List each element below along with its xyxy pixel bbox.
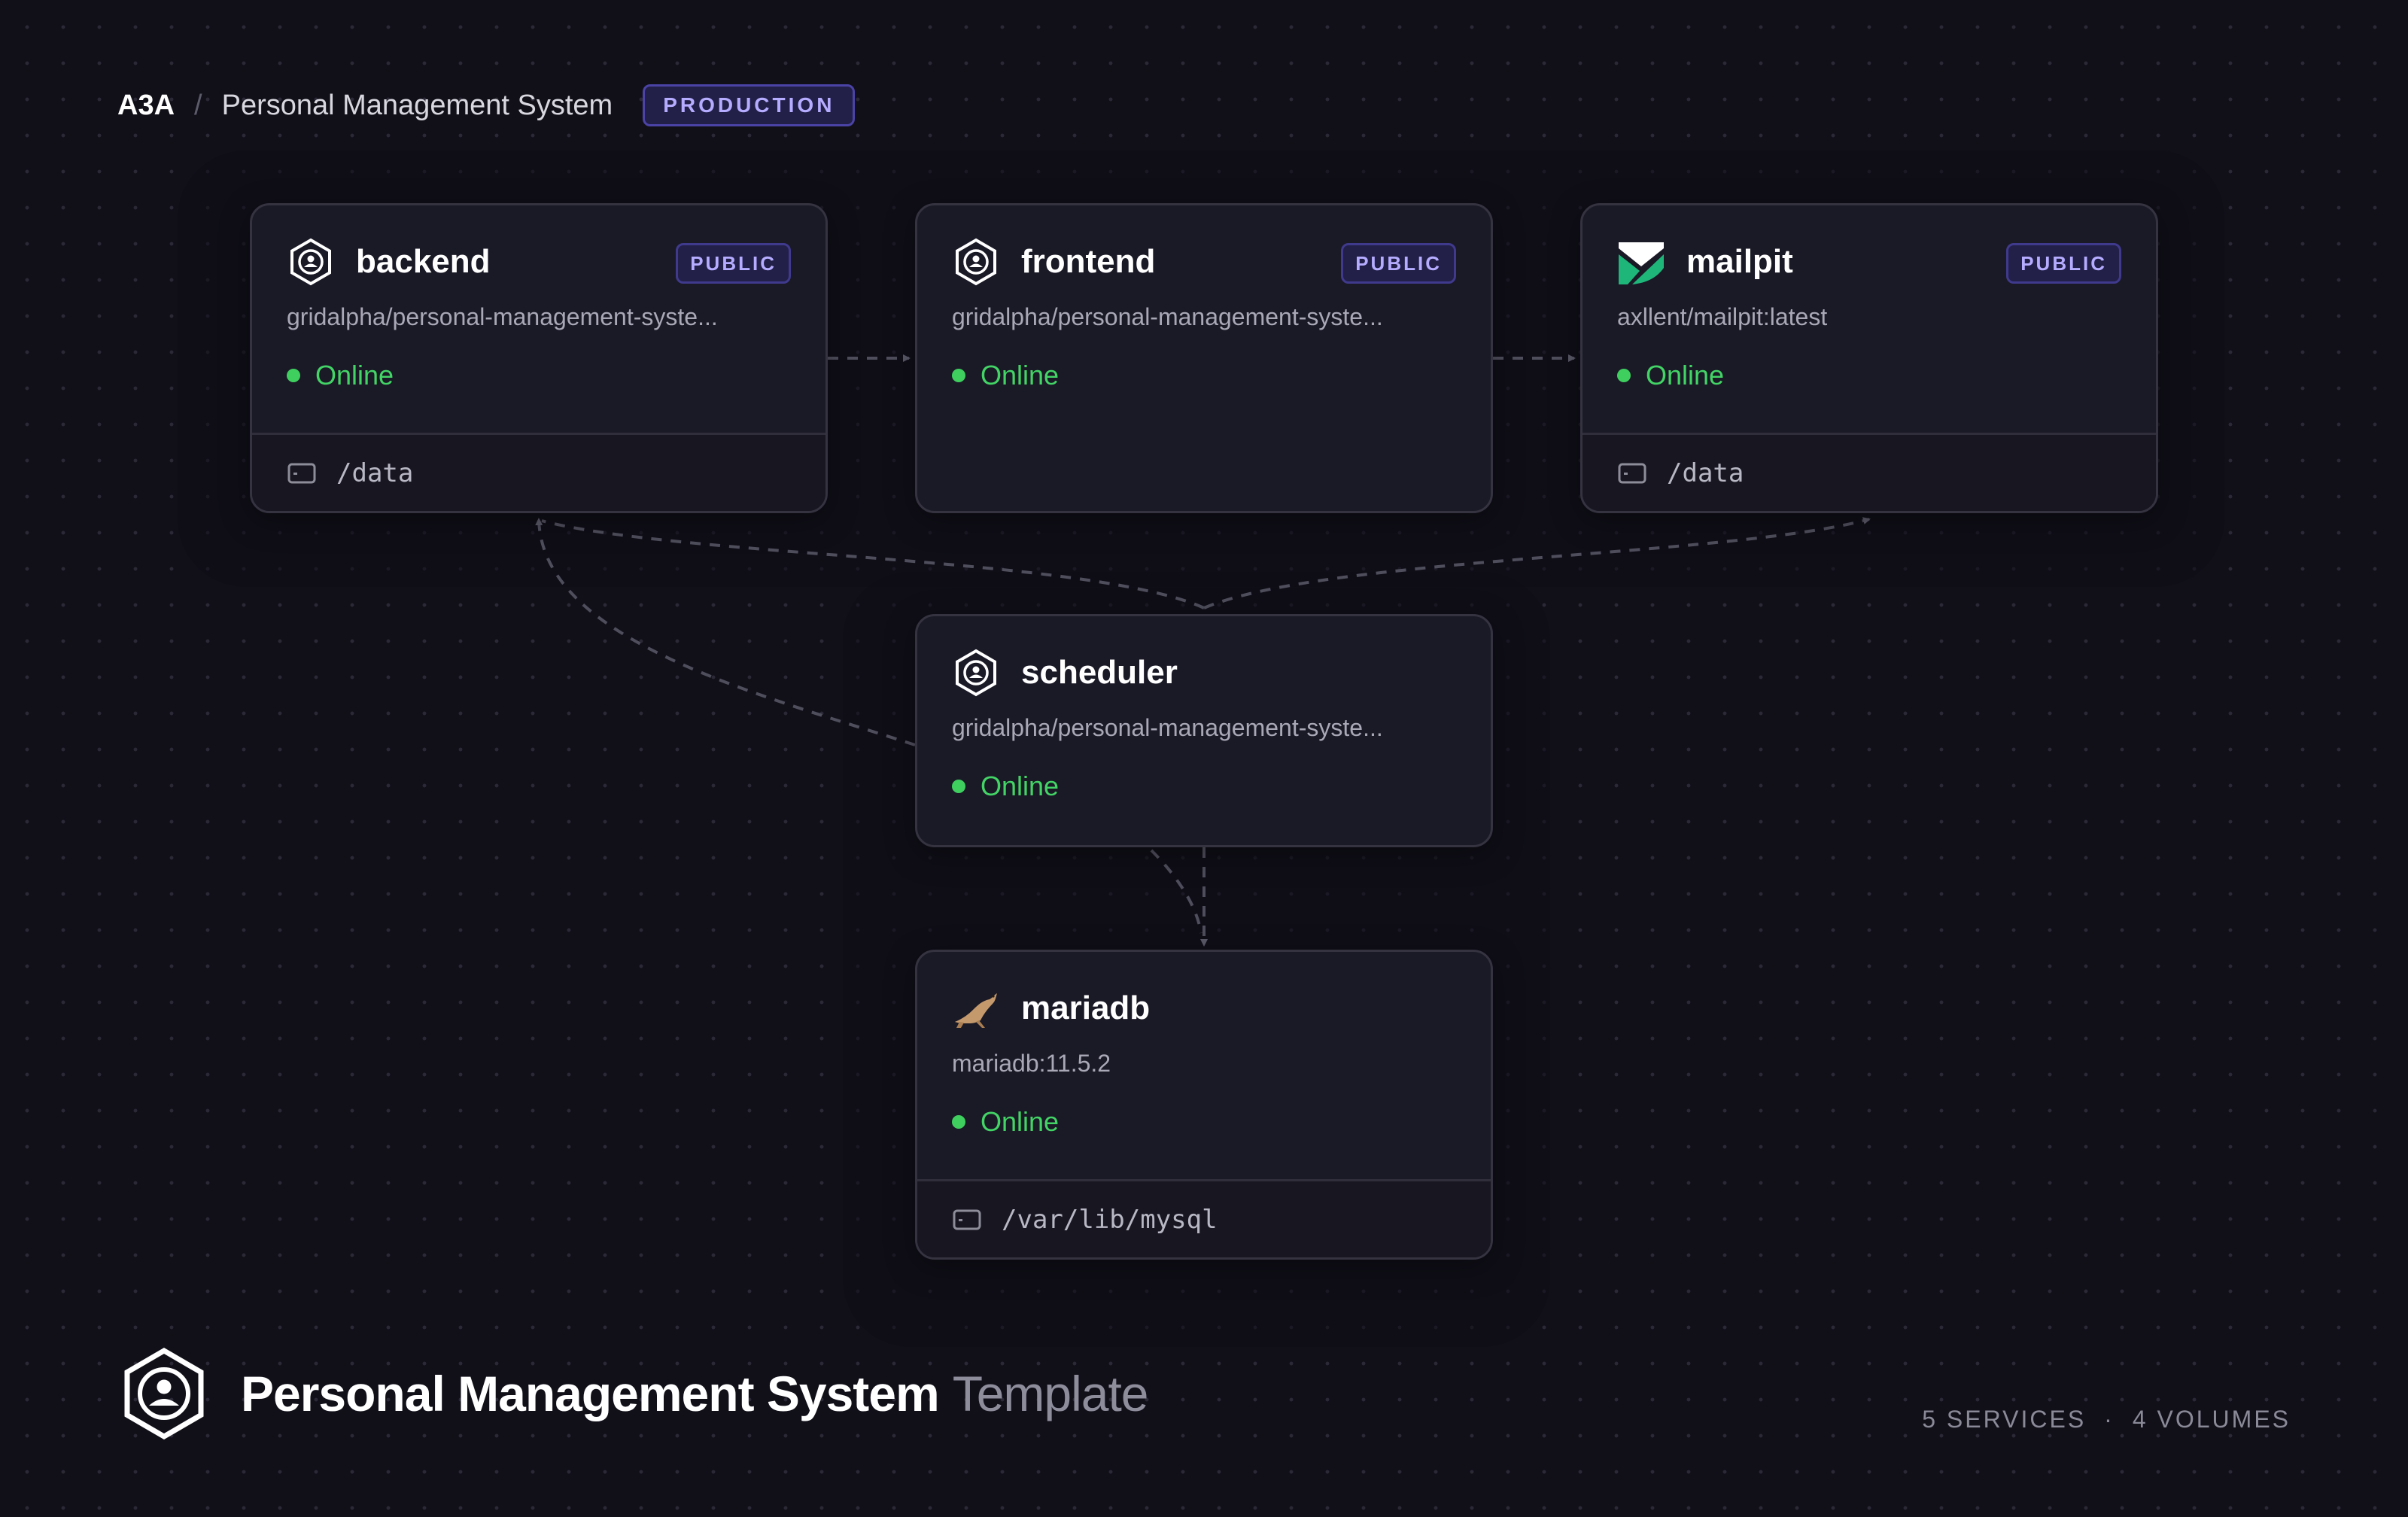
service-name: backend — [356, 243, 491, 280]
service-name: mailpit — [1686, 243, 1793, 280]
volume-icon — [1618, 463, 1646, 483]
service-name: scheduler — [1021, 654, 1178, 691]
status-text: Online — [981, 771, 1060, 801]
service-image: axllent/mailpit:latest — [1617, 303, 1828, 330]
service-card-mariadb[interactable]: mariadb mariadb:11.5.2 Online /var/lib/m… — [915, 950, 1493, 1260]
status-text: Online — [981, 360, 1060, 391]
volume-row[interactable]: /data — [252, 433, 825, 511]
edge-scheduler-mariadb-curve — [1150, 849, 1202, 934]
volume-path: /data — [336, 458, 414, 488]
service-status: Online — [952, 771, 1456, 802]
resource-counts: 5 SERVICES · 4 VOLUMES — [1922, 1406, 2291, 1433]
template-title: Personal Management System — [241, 1366, 940, 1421]
volume-row[interactable]: /data — [1583, 433, 2156, 511]
volumes-count: 4 VOLUMES — [2132, 1406, 2291, 1433]
public-badge: PUBLIC — [676, 243, 791, 284]
service-card-scheduler[interactable]: scheduler gridalpha/personal-management-… — [915, 614, 1493, 847]
service-name: frontend — [1021, 243, 1156, 280]
service-image: gridalpha/personal-management-syste... — [952, 303, 1383, 330]
service-status: Online — [952, 360, 1456, 391]
edge-scheduler-mailpit — [1203, 517, 1871, 610]
status-text: Online — [315, 360, 394, 391]
volume-icon — [287, 463, 316, 483]
volume-path: /data — [1667, 458, 1744, 488]
volume-icon — [953, 1209, 981, 1230]
service-status: Online — [952, 1106, 1456, 1138]
service-image: gridalpha/personal-management-syste... — [952, 714, 1383, 741]
volume-path: /var/lib/mysql — [1002, 1204, 1218, 1235]
services-count: 5 SERVICES — [1922, 1406, 2087, 1433]
status-dot-icon — [952, 1115, 965, 1129]
service-card-mailpit[interactable]: mailpit PUBLIC axllent/mailpit:latest On… — [1580, 203, 2158, 513]
service-card-backend[interactable]: backend PUBLIC gridalpha/personal-manage… — [250, 203, 828, 513]
template-footer: Personal Management System Template — [117, 1347, 1148, 1440]
mariadb-seal-icon — [952, 984, 1000, 1032]
status-dot-icon — [952, 369, 965, 382]
hexagon-user-icon — [952, 238, 1000, 286]
status-text: Online — [981, 1106, 1060, 1137]
status-text: Online — [1646, 360, 1725, 391]
service-status: Online — [1617, 360, 2121, 391]
service-name: mariadb — [1021, 990, 1151, 1026]
service-status: Online — [287, 360, 791, 391]
counts-separator: · — [2104, 1406, 2115, 1433]
service-image: mariadb:11.5.2 — [952, 1050, 1111, 1077]
template-suffix: Template — [952, 1366, 1149, 1421]
public-badge: PUBLIC — [2006, 243, 2121, 284]
hexagon-user-icon — [952, 649, 1000, 697]
edge-scheduler-backend — [535, 518, 916, 746]
service-image: gridalpha/personal-management-syste... — [287, 303, 718, 330]
edge-scheduler-backend-top — [541, 519, 1205, 610]
hexagon-user-icon — [124, 1347, 204, 1440]
status-dot-icon — [952, 780, 965, 793]
status-dot-icon — [287, 369, 300, 382]
service-card-frontend[interactable]: frontend PUBLIC gridalpha/personal-manag… — [915, 203, 1493, 513]
volume-row[interactable]: /var/lib/mysql — [917, 1179, 1491, 1257]
mailpit-logo-icon — [1617, 238, 1665, 286]
status-dot-icon — [1617, 369, 1631, 382]
hexagon-user-icon — [287, 238, 335, 286]
public-badge: PUBLIC — [1341, 243, 1456, 284]
